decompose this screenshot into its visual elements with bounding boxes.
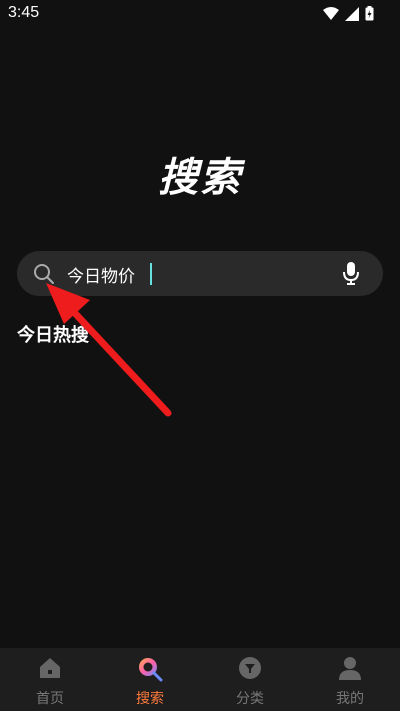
category-icon <box>239 657 261 679</box>
bottom-tab-bar: 首页 搜索 分类 我的 <box>0 648 400 711</box>
status-bar: 3:45 <box>0 0 400 28</box>
tab-profile-label: 我的 <box>336 691 364 707</box>
tab-home-label: 首页 <box>36 691 64 707</box>
page-title: 搜索 <box>158 155 242 201</box>
search-tab-icon <box>139 658 163 682</box>
profile-icon <box>339 657 361 680</box>
home-icon <box>40 658 60 678</box>
text-cursor <box>150 263 152 285</box>
tab-search[interactable]: 搜索 <box>100 648 200 711</box>
annotation-arrow <box>46 283 172 417</box>
tab-home[interactable]: 首页 <box>0 648 100 711</box>
status-time: 3:45 <box>8 4 40 21</box>
signal-icon <box>345 6 359 21</box>
search-query-text[interactable]: 今日物价 <box>67 262 135 287</box>
status-icons <box>323 6 374 21</box>
microphone-icon[interactable] <box>343 262 359 286</box>
tab-category-label: 分类 <box>236 691 264 707</box>
search-input[interactable]: 今日物价 <box>17 251 383 296</box>
wifi-icon <box>323 6 339 20</box>
tab-category[interactable]: 分类 <box>200 648 300 711</box>
tab-profile[interactable]: 我的 <box>300 648 400 711</box>
battery-icon <box>365 6 374 21</box>
hot-search-heading: 今日热搜 <box>17 325 89 346</box>
search-icon[interactable] <box>33 263 55 285</box>
tab-search-label: 搜索 <box>136 691 164 707</box>
